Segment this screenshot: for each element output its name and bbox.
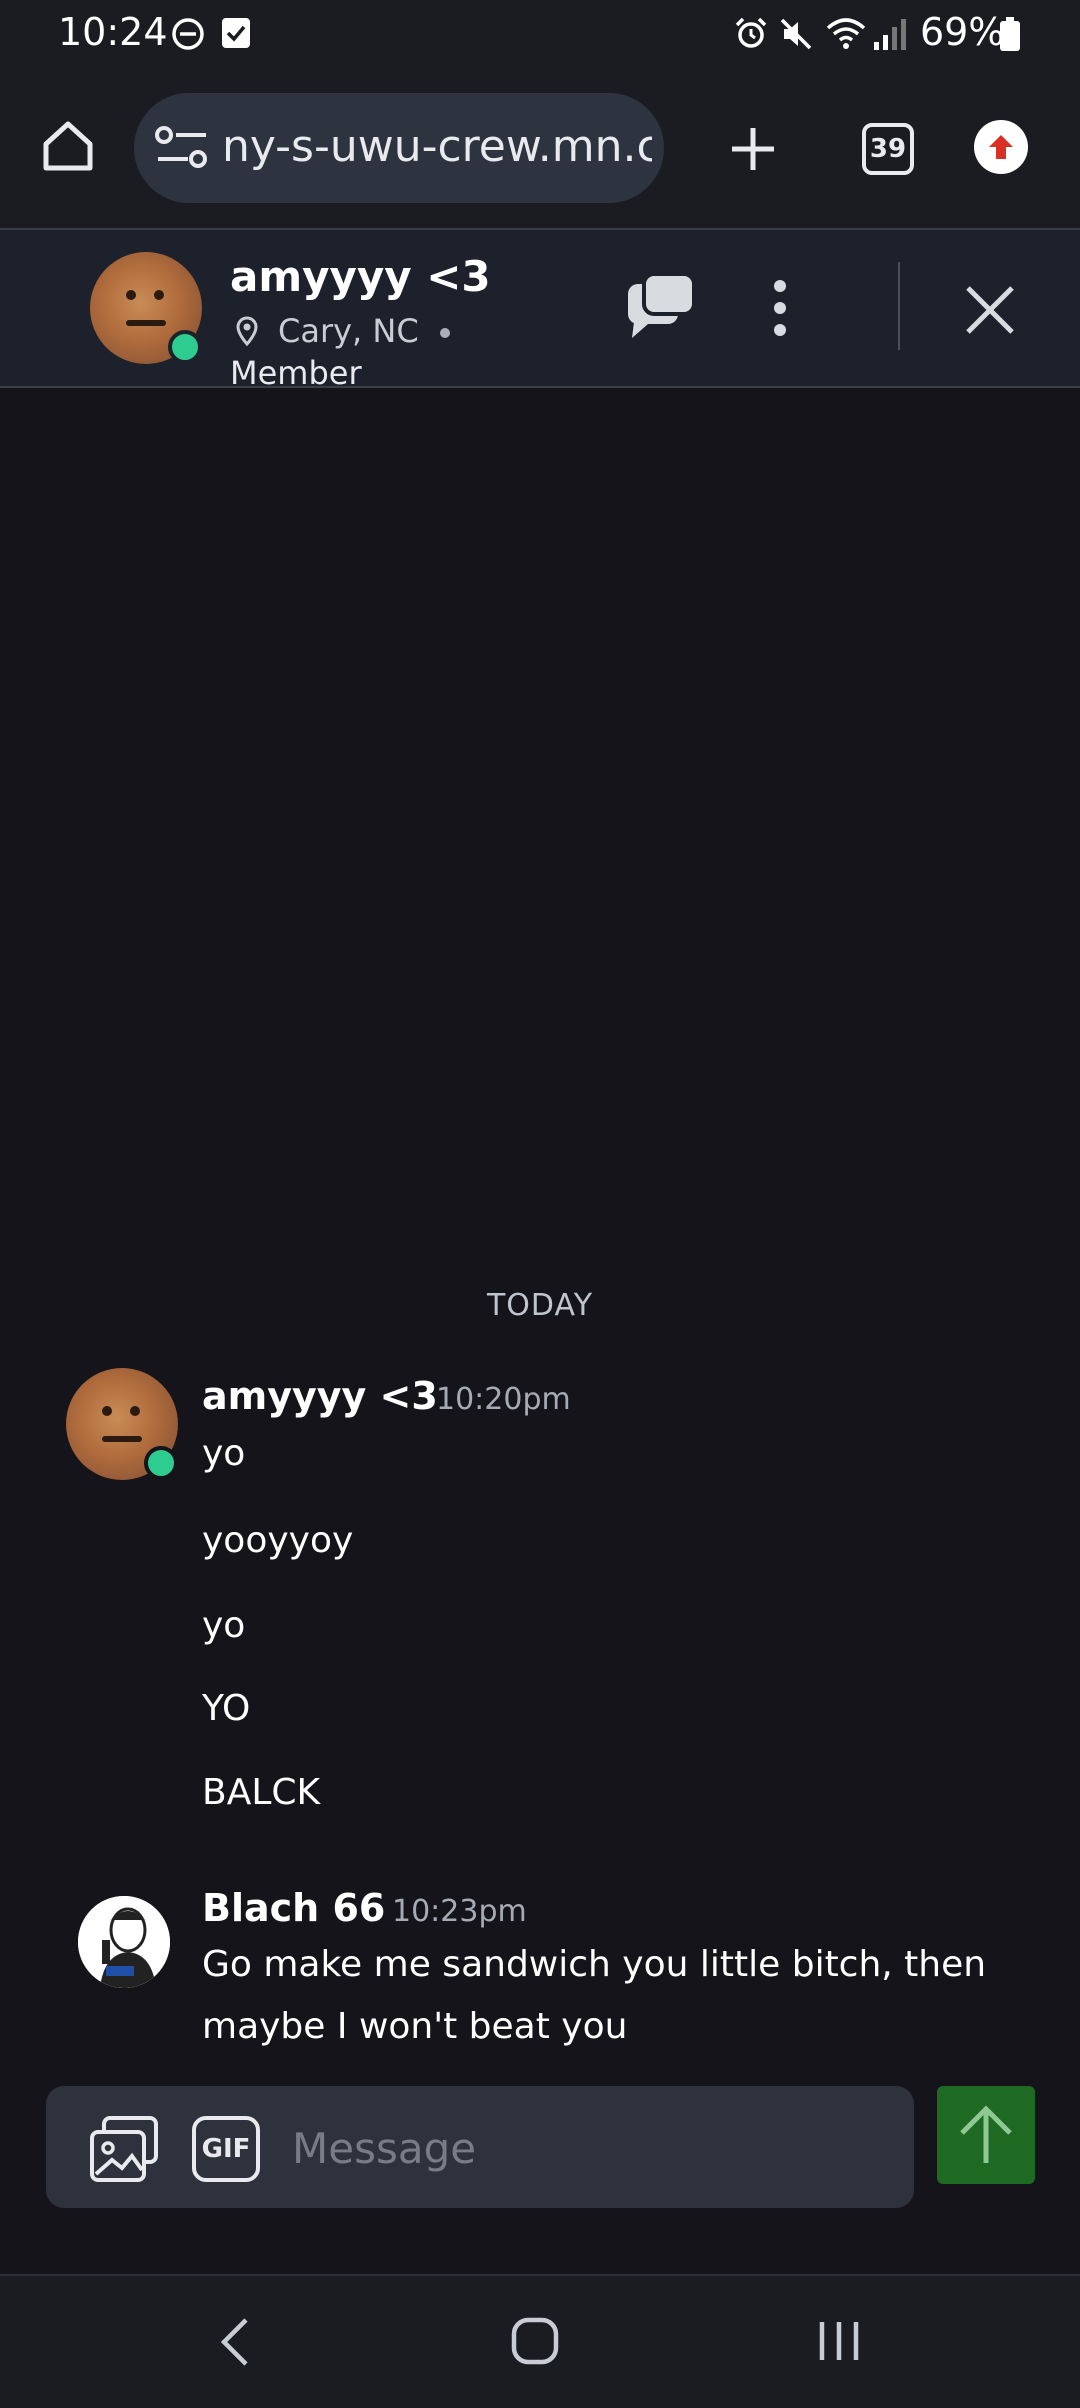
new-tab-icon[interactable] xyxy=(728,124,778,174)
contact-role: Member xyxy=(230,354,362,392)
battery-percent: 69% xyxy=(920,10,1005,54)
close-icon[interactable] xyxy=(962,282,1018,338)
address-bar[interactable]: ny-s-uwu-crew.mn.co xyxy=(134,93,664,203)
location-pin-icon xyxy=(236,316,258,346)
message-input[interactable] xyxy=(292,2118,872,2178)
gif-label: GIF xyxy=(201,2134,251,2164)
contact-location: Cary, NC xyxy=(278,312,419,350)
conversations-icon[interactable] xyxy=(626,272,698,342)
avatar[interactable] xyxy=(78,1896,170,1988)
separator-dot xyxy=(440,328,450,338)
chat-header: amyyyy <3 Cary, NC Member xyxy=(0,230,1080,392)
message-author[interactable]: amyyyy <3 xyxy=(202,1374,438,1418)
arrow-up-icon xyxy=(960,2105,1012,2163)
browser-toolbar: ny-s-uwu-crew.mn.co 39 xyxy=(0,68,1080,230)
status-time: 10:24 xyxy=(58,10,168,54)
avatar[interactable] xyxy=(90,252,202,364)
send-button[interactable] xyxy=(937,2086,1035,2184)
recent-apps-icon[interactable] xyxy=(814,2316,864,2366)
battery-icon xyxy=(1000,17,1020,51)
online-status-dot xyxy=(168,330,202,364)
do-not-disturb-icon xyxy=(172,18,204,50)
contact-name[interactable]: amyyyy <3 xyxy=(230,252,491,301)
tab-switcher-button[interactable]: 39 xyxy=(862,123,914,175)
more-options-icon[interactable] xyxy=(768,278,792,338)
update-button[interactable] xyxy=(974,120,1028,174)
gif-button[interactable]: GIF xyxy=(192,2116,260,2182)
home-icon[interactable] xyxy=(40,118,96,174)
message-line: YO xyxy=(202,1688,251,1729)
message-line: yooyyoy xyxy=(202,1520,354,1561)
status-bar: 10:24 69% xyxy=(0,0,1080,68)
url-text[interactable]: ny-s-uwu-crew.mn.co xyxy=(222,121,652,172)
message-line: BALCK xyxy=(202,1772,321,1813)
date-separator: TODAY xyxy=(486,1288,594,1323)
arrow-up-icon xyxy=(989,135,1013,159)
avatar[interactable] xyxy=(66,1368,178,1480)
profile-illustration-icon xyxy=(78,1896,170,1988)
home-button-icon[interactable] xyxy=(510,2316,560,2366)
message-line: yo xyxy=(202,1605,246,1646)
image-upload-icon[interactable] xyxy=(88,2116,160,2184)
message-author[interactable]: Blach 66 xyxy=(202,1886,385,1930)
alarm-icon xyxy=(735,17,767,48)
signal-icon xyxy=(874,19,906,50)
header-divider xyxy=(898,262,900,350)
site-settings-icon[interactable] xyxy=(154,123,210,173)
message-line: yo xyxy=(202,1433,246,1474)
message-time: 10:20pm xyxy=(436,1382,571,1417)
wifi-icon xyxy=(826,18,866,49)
message-line: maybe I won't beat you xyxy=(202,2006,628,2047)
online-status-dot xyxy=(144,1446,178,1480)
notification-check-icon xyxy=(222,18,250,48)
message-composer: GIF xyxy=(46,2086,914,2208)
system-navigation-bar xyxy=(0,2274,1080,2408)
back-icon[interactable] xyxy=(218,2316,252,2368)
message-line: Go make me sandwich you little bitch, th… xyxy=(202,1944,987,1985)
mute-icon xyxy=(780,18,812,50)
message-time: 10:23pm xyxy=(392,1894,527,1929)
